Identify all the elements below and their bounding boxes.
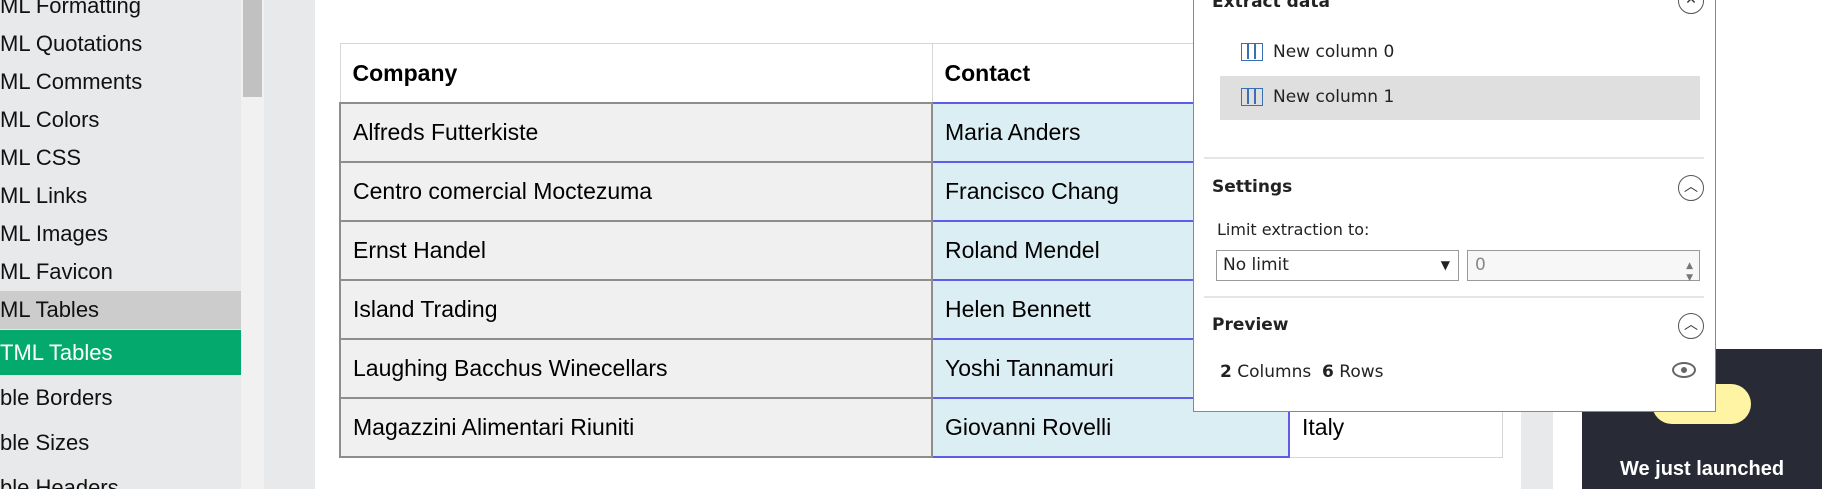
table-cell[interactable]: Island Trading (339, 279, 933, 340)
spin-down-icon[interactable]: ▼ (1686, 264, 1693, 293)
divider (1204, 296, 1704, 298)
table-cell[interactable]: Laughing Bacchus Winecellars (339, 338, 933, 399)
preview-stats: 2 Columns 6 Rows (1220, 362, 1384, 382)
sidebar-item-label: ML CSS (0, 145, 82, 170)
extract-data-title: Extract data (1212, 0, 1330, 12)
eye-icon[interactable] (1672, 362, 1696, 378)
columns-word: Columns (1237, 362, 1312, 382)
sidebar-item-table-borders[interactable]: ble Borders (0, 379, 241, 417)
sidebar-item-table-sizes[interactable]: ble Sizes (0, 424, 241, 462)
sidebar-scrollbar-thumb[interactable] (243, 0, 262, 97)
sidebar-item-label: ble Headers (0, 475, 119, 489)
limit-select-value: No limit (1223, 255, 1289, 275)
column-item-selected[interactable]: New column 1 (1220, 76, 1700, 120)
close-icon[interactable]: ✕ (1678, 0, 1704, 14)
column-item[interactable]: New column 0 (1220, 31, 1700, 75)
divider (1204, 157, 1704, 159)
limit-select[interactable]: No limit ▼ (1216, 250, 1459, 281)
sidebar-item-images[interactable]: ML Images (0, 215, 241, 253)
table-column-icon (1241, 88, 1263, 106)
promo-text: We just launched (1619, 458, 1785, 480)
columns-count: 2 (1220, 362, 1232, 382)
sidebar-item-label: ML Favicon (0, 259, 113, 284)
sidebar-item-table-headers[interactable]: ble Headers (0, 469, 241, 489)
table-cell[interactable]: Centro comercial Moctezuma (339, 161, 933, 222)
sidebar-item-label: ML Quotations (0, 31, 143, 56)
chevron-up-icon[interactable]: ︿ (1678, 313, 1704, 339)
chevron-up-icon[interactable]: ︿ (1678, 175, 1704, 201)
limit-number-value: 0 (1475, 255, 1486, 275)
sidebar-item-label: ML Colors (0, 107, 100, 132)
sidebar-item-links[interactable]: ML Links (0, 177, 241, 215)
preview-title: Preview (1212, 315, 1289, 335)
sidebar-item-formatting[interactable]: ML Formatting (0, 0, 241, 25)
sidebar-item-label: ble Sizes (0, 430, 90, 455)
sidebar-item-label: ML Tables (0, 297, 100, 322)
table-header-company: Company (339, 43, 933, 104)
table-cell[interactable]: Alfreds Futterkiste (339, 102, 933, 163)
dropdown-arrow-icon: ▼ (1440, 258, 1450, 272)
sidebar-item-colors[interactable]: ML Colors (0, 101, 241, 139)
column-item-label: New column 1 (1273, 87, 1395, 107)
rows-count: 6 (1322, 362, 1334, 382)
extract-data-panel: Extract data ✕ New column 0 New column 1… (1193, 0, 1716, 412)
sidebar-item-label: ML Comments (0, 69, 143, 94)
limit-extraction-label: Limit extraction to: (1217, 220, 1370, 239)
rows-word: Rows (1339, 362, 1384, 382)
sidebar-item-label: ble Borders (0, 385, 113, 410)
sidebar-item-html-tables-active[interactable]: TML Tables (0, 330, 241, 375)
sidebar-item-label: ML Formatting (0, 0, 142, 18)
table-column-icon (1241, 43, 1263, 61)
table-cell[interactable]: Magazzini Alimentari Riuniti (339, 397, 933, 458)
sidebar-item-label: ML Links (0, 183, 88, 208)
sidebar-item-quotations[interactable]: ML Quotations (0, 25, 241, 63)
sidebar-item-tables[interactable]: ML Tables (0, 291, 241, 329)
sidebar-item-comments[interactable]: ML Comments (0, 63, 241, 101)
table-cell[interactable]: Ernst Handel (339, 220, 933, 281)
sidebar: ML Formatting ML Quotations ML Comments … (0, 0, 241, 489)
sidebar-item-label: ML Images (0, 221, 109, 246)
limit-number-input[interactable]: 0 ▲ ▼ (1467, 250, 1700, 283)
column-item-label: New column 0 (1273, 42, 1395, 62)
settings-title: Settings (1212, 177, 1293, 197)
sidebar-item-favicon[interactable]: ML Favicon (0, 253, 241, 291)
sidebar-item-css[interactable]: ML CSS (0, 139, 241, 177)
sidebar-item-label: TML Tables (0, 340, 113, 365)
